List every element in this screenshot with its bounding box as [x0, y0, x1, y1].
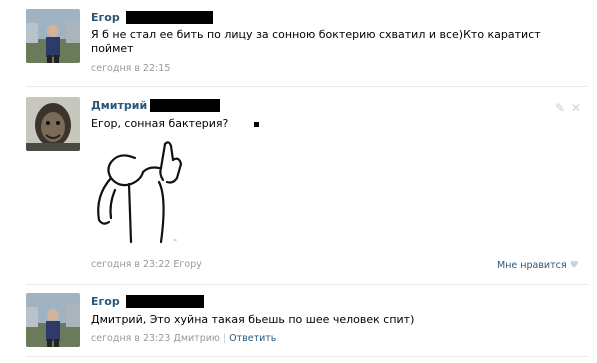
- reply-link[interactable]: Ответить: [229, 333, 276, 344]
- divider: [26, 356, 588, 357]
- avatar[interactable]: [26, 97, 80, 151]
- divider: [26, 86, 588, 87]
- divider: [26, 284, 588, 285]
- comment-text: Я б не стал ее бить по лицу за сонною бо…: [91, 28, 541, 55]
- author-name[interactable]: Дмитрий: [91, 99, 147, 112]
- avatar[interactable]: [26, 293, 80, 347]
- separator: |: [222, 333, 227, 344]
- author-name[interactable]: Егор: [91, 295, 120, 308]
- redacted-surname: [150, 99, 220, 112]
- svg-text:~: ~: [173, 238, 177, 244]
- comment-time[interactable]: сегодня в 23:22 Егору: [91, 259, 202, 271]
- comment-tools: ✎ ✕: [555, 101, 581, 115]
- comment-meta: сегодня в 23:23 Дмитрию | Ответить: [91, 333, 276, 345]
- cursor-mark: [254, 122, 259, 127]
- redacted-surname: [126, 295, 204, 308]
- heart-icon: ♥: [569, 260, 579, 271]
- redacted-surname: [126, 11, 213, 24]
- attached-image[interactable]: ~: [89, 138, 189, 248]
- like-label: Мне нравится: [497, 260, 567, 271]
- pencil-icon[interactable]: ✎: [555, 101, 565, 115]
- close-icon[interactable]: ✕: [571, 101, 581, 115]
- like-button[interactable]: Мне нравится ♥: [497, 260, 579, 272]
- comment-time[interactable]: сегодня в 22:15: [91, 63, 170, 75]
- comment-text: Дмитрий, Это хуйна такая бьешь по шее че…: [91, 313, 415, 326]
- avatar[interactable]: [26, 9, 80, 63]
- comment-time[interactable]: сегодня в 23:23 Дмитрию: [91, 333, 220, 344]
- comment-text: Егор, сонная бактерия?: [91, 117, 229, 130]
- author-name[interactable]: Егор: [91, 11, 120, 24]
